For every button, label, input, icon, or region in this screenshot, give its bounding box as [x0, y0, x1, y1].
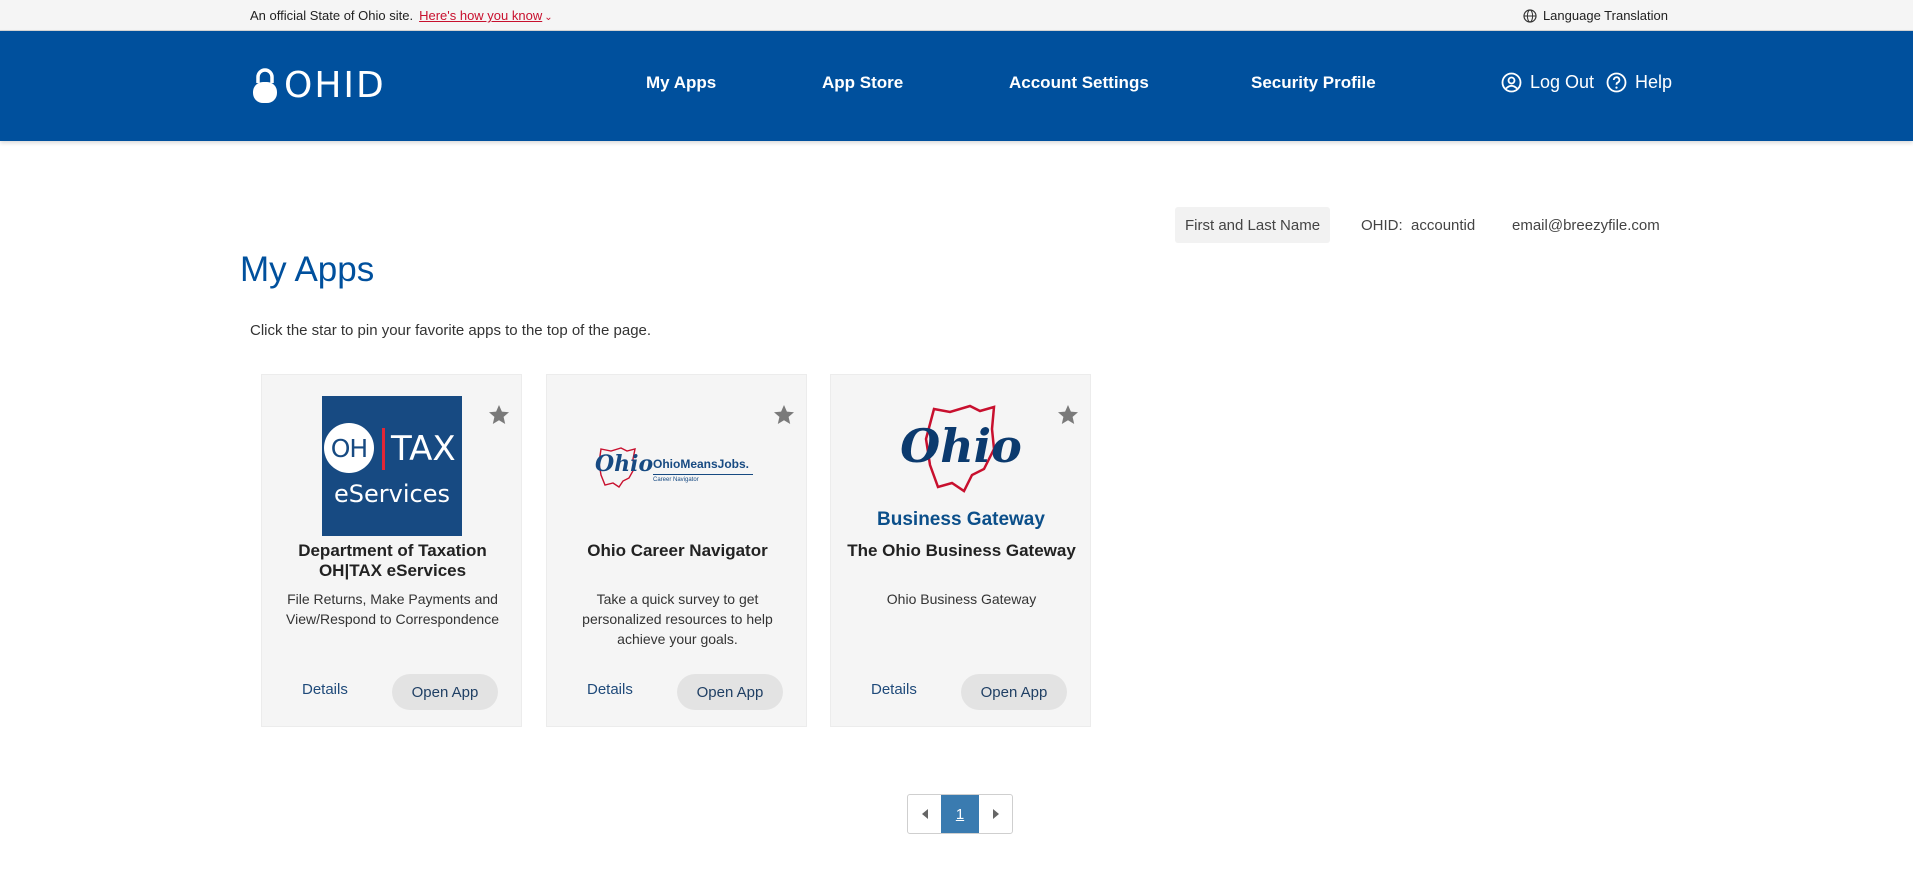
logo-divider	[653, 474, 753, 475]
card-description: Take a quick survey to get personalized …	[582, 591, 773, 647]
caret-right-icon	[992, 809, 999, 819]
open-app-button[interactable]: Open App	[392, 674, 498, 710]
how-you-know-link[interactable]: Here's how you know ⌄	[419, 8, 553, 23]
site-header: OHID My Apps App Store Account Settings …	[0, 31, 1913, 141]
caret-left-icon	[921, 809, 928, 819]
logo-oh-text: OH	[330, 433, 368, 463]
favorite-star-icon[interactable]	[772, 403, 796, 427]
padlock-icon	[253, 67, 277, 103]
ohiomeansjobs-logo: Ohio OhioMeansJobs. Career Navigator	[593, 445, 763, 495]
app-card-taxation: OH TAX eServices Department of Taxation …	[261, 374, 522, 727]
nav-my-apps[interactable]: My Apps	[646, 73, 716, 93]
app-card-career-navigator: Ohio OhioMeansJobs. Career Navigator Ohi…	[546, 374, 807, 727]
logout-button[interactable]: Log Out	[1501, 72, 1594, 93]
open-app-button[interactable]: Open App	[961, 674, 1067, 710]
official-site-text: An official State of Ohio site.	[250, 8, 414, 23]
globe-icon	[1523, 8, 1537, 23]
open-app-button[interactable]: Open App	[677, 674, 783, 710]
help-label: Help	[1635, 72, 1673, 92]
logo-caption-text: Business Gateway	[877, 509, 1045, 530]
logo-tag-text: Career Navigator	[653, 477, 699, 483]
details-link[interactable]: Details	[302, 681, 348, 698]
card-description: File Returns, Make Payments and View/Res…	[286, 591, 499, 627]
logo-red-bar	[382, 428, 385, 470]
next-page-button[interactable]	[979, 795, 1012, 833]
favorite-star-icon[interactable]	[487, 403, 511, 427]
language-translation-button[interactable]: Language Translation	[1523, 8, 1668, 23]
account-name: First and Last Name	[1175, 207, 1331, 243]
logo-eservices-text: eServices	[334, 480, 450, 508]
card-description: Ohio Business Gateway	[886, 591, 1037, 607]
user-circle-icon	[1501, 72, 1522, 93]
logo-text: OHID	[284, 65, 386, 106]
details-link[interactable]: Details	[587, 681, 633, 698]
help-circle-icon	[1606, 72, 1627, 93]
previous-page-button[interactable]	[908, 795, 941, 833]
favorite-star-icon[interactable]	[1056, 403, 1080, 427]
how-you-know-label: Here's how you know	[419, 8, 543, 23]
page-number-current[interactable]: 1	[941, 795, 979, 833]
card-title: Department of Taxation OH|TAX eServices	[298, 541, 487, 580]
nav-security-profile[interactable]: Security Profile	[1251, 73, 1376, 93]
nav-app-store[interactable]: App Store	[822, 73, 903, 93]
ohid-label: OHID:	[1361, 217, 1403, 234]
logo-script-text: Ohio	[595, 451, 654, 477]
language-translation-label: Language Translation	[1542, 8, 1668, 23]
card-title: The Ohio Business Gateway	[847, 541, 1076, 560]
app-card-business-gateway: Ohio Business Gateway The Ohio Business …	[830, 374, 1091, 727]
logout-label: Log Out	[1530, 72, 1595, 92]
taxation-logo: OH TAX eServices	[322, 396, 462, 536]
card-title: Ohio Career Navigator	[587, 541, 768, 560]
page-instructions: Click the star to pin your favorite apps…	[250, 322, 652, 339]
logo-brand-text: OhioMeansJobs.	[653, 457, 750, 471]
account-ohid: OHID: accountid	[1361, 217, 1475, 234]
official-site-notice: An official State of Ohio site. Here's h…	[250, 8, 553, 23]
official-site-banner: An official State of Ohio site. Here's h…	[0, 0, 1913, 31]
account-email: email@breezyfile.com	[1512, 217, 1660, 234]
details-link[interactable]: Details	[871, 681, 917, 698]
chevron-down-icon: ⌄	[544, 12, 553, 23]
help-button[interactable]: Help	[1606, 72, 1672, 93]
ohid-logo[interactable]: OHID	[250, 65, 386, 106]
logo-script-text: Ohio	[900, 419, 1022, 473]
pagination: 1	[907, 794, 1013, 834]
ohid-value: accountid	[1411, 217, 1476, 234]
business-gateway-logo: Ohio Business Gateway	[877, 399, 1045, 549]
logo-tax-text: TAX	[391, 429, 456, 469]
page-title: My Apps	[240, 250, 375, 289]
nav-account-settings[interactable]: Account Settings	[1009, 73, 1149, 93]
